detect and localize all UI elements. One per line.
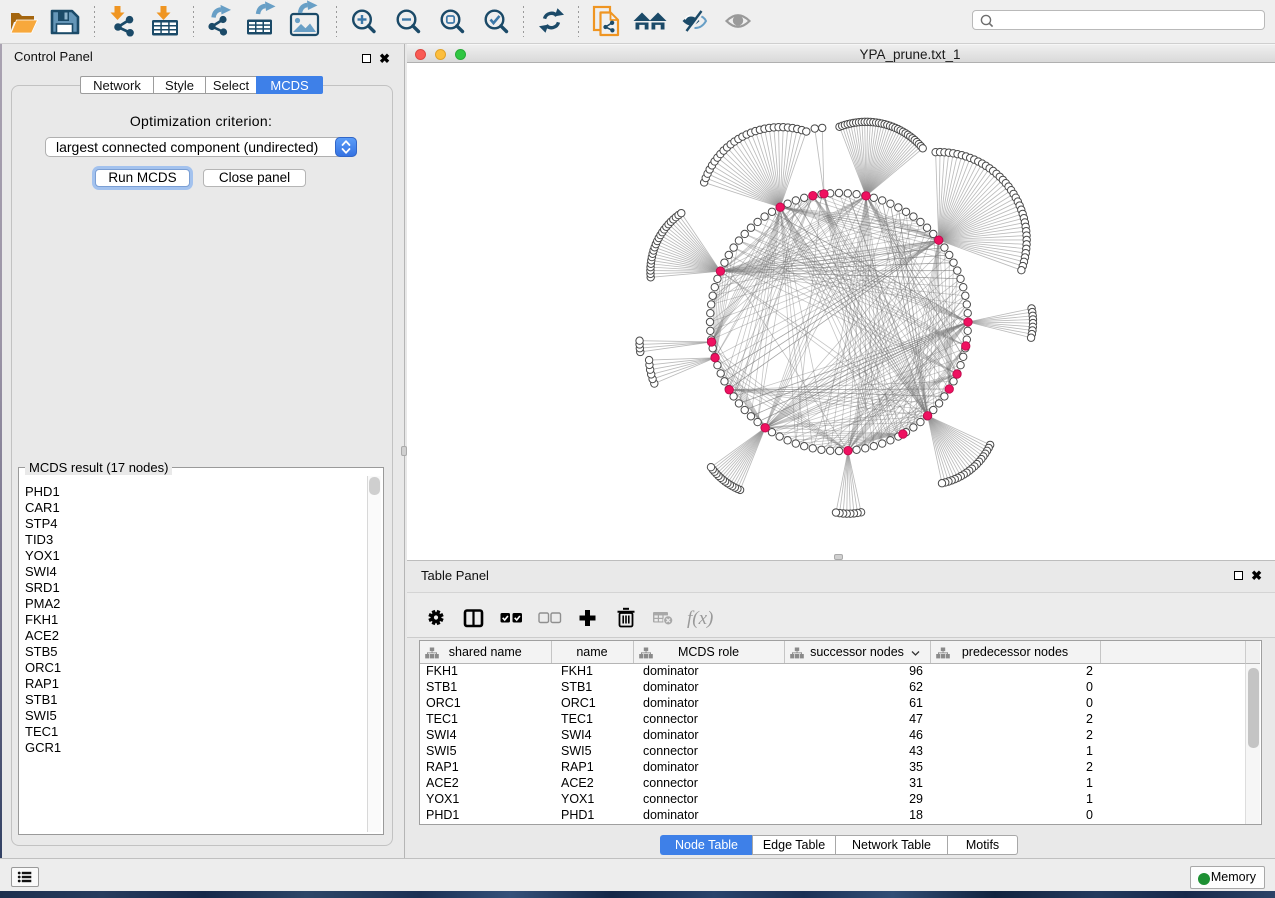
svg-text:f(x): f(x)	[687, 608, 713, 629]
